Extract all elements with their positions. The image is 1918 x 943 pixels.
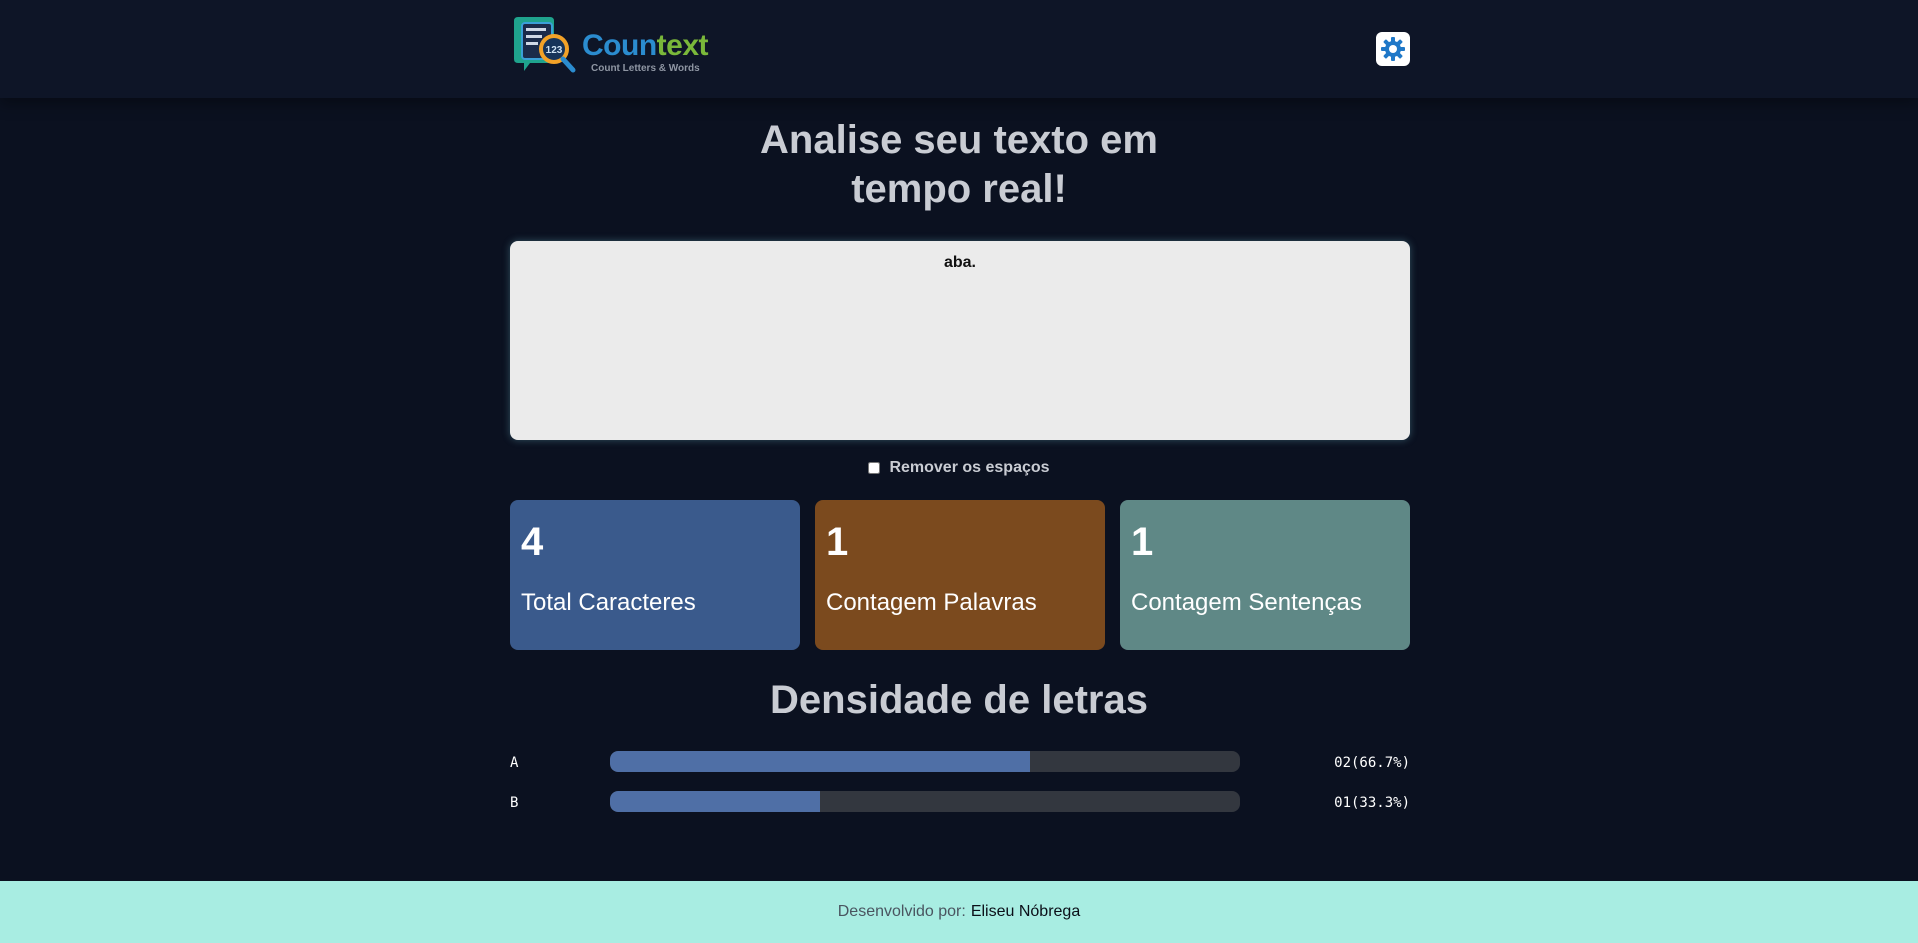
gear-icon — [1381, 37, 1405, 61]
logo-title: Countext — [582, 29, 709, 63]
stat-label: Contagem Palavras — [826, 589, 1037, 616]
stat-label: Total Caracteres — [521, 589, 696, 616]
stat-value: 1 — [1131, 520, 1154, 564]
page-title: Analise seu texto em tempo real! — [0, 116, 1918, 214]
stat-card-total-characters: 4 Total Caracteres — [510, 500, 800, 650]
density-bar-fill — [610, 751, 1031, 772]
stat-card-word-count: 1 Contagem Palavras — [815, 500, 1105, 650]
density-letter: B — [510, 795, 519, 811]
density-bar-track — [610, 791, 1240, 812]
page-title-line2: tempo real! — [851, 167, 1067, 211]
density-count: 01(33.3%) — [1334, 795, 1410, 811]
stat-label: Contagem Sentenças — [1131, 589, 1362, 616]
density-row: B 01(33.3%) — [510, 791, 1410, 813]
stat-value: 1 — [826, 520, 849, 564]
density-bar-track — [610, 751, 1240, 772]
site-header: 123 Countext Count Letters & Words — [0, 0, 1918, 98]
stat-card-sentence-count: 1 Contagem Sentenças — [1120, 500, 1410, 650]
density-count: 02(66.7%) — [1334, 755, 1410, 771]
footer-prefix: Desenvolvido por: — [837, 903, 966, 920]
density-row: A 02(66.7%) — [510, 751, 1410, 773]
footer-author-link[interactable]: Eliseu Nóbrega — [971, 903, 1080, 921]
logo-title-part2: text — [656, 29, 709, 62]
stat-value: 4 — [521, 520, 544, 564]
logo-title-part1: Coun — [582, 29, 657, 62]
density-title: Densidade de letras — [770, 678, 1148, 722]
density-bar-fill — [610, 791, 820, 812]
density-letter: A — [510, 755, 519, 771]
text-input[interactable] — [510, 241, 1410, 440]
logo-icon: 123 — [514, 17, 576, 73]
logo-badge-text: 123 — [546, 45, 563, 56]
settings-button[interactable] — [1376, 32, 1410, 66]
logo-subtitle: Count Letters & Words — [591, 63, 700, 74]
remove-spaces-option[interactable]: Remover os espaços — [0, 459, 1918, 477]
remove-spaces-checkbox[interactable] — [868, 462, 881, 474]
remove-spaces-label: Remover os espaços — [889, 459, 1050, 476]
countext-logo[interactable]: 123 Countext Count Letters & Words — [510, 15, 710, 83]
site-footer: Desenvolvido por: Eliseu Nóbrega — [0, 881, 1918, 943]
page-title-line1: Analise seu texto em — [760, 118, 1158, 162]
